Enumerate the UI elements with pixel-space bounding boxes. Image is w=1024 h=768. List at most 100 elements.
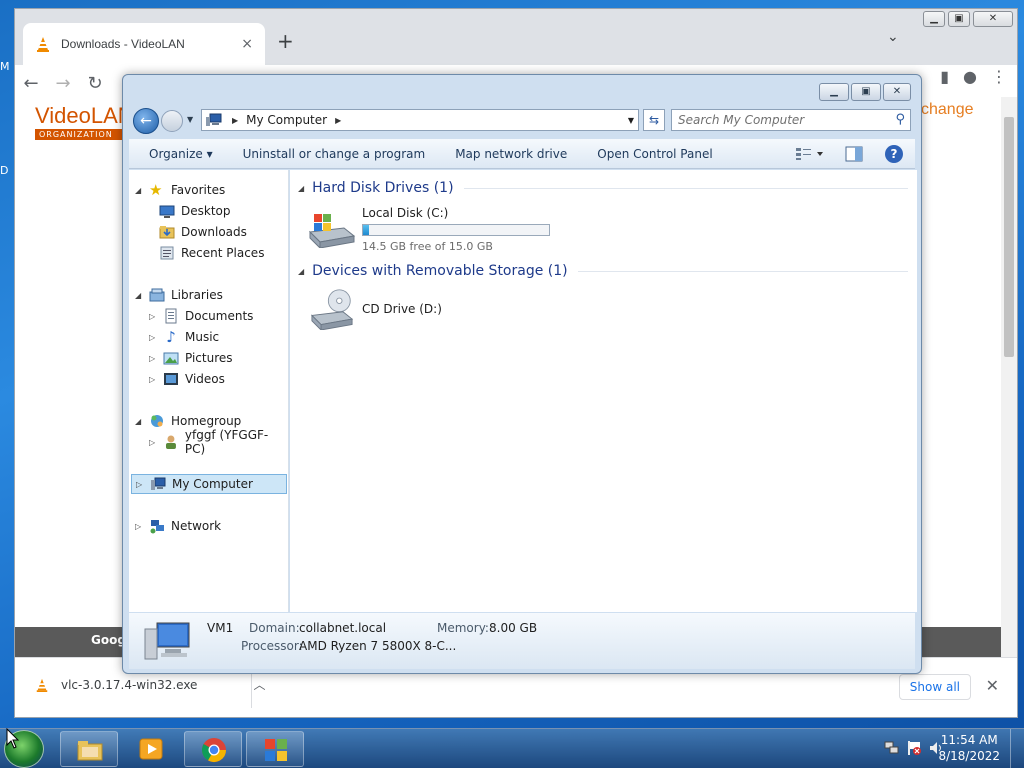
preview-pane-icon[interactable]	[845, 146, 863, 162]
collapse-arrow-icon[interactable]: ◢	[298, 184, 304, 193]
nav-label: Network	[171, 519, 222, 533]
explorer-titlebar[interactable]: ▁ ▣ ✕	[123, 75, 921, 105]
breadcrumb-arrow-icon[interactable]: ▶	[232, 116, 238, 125]
nav-my-computer[interactable]: ▷ My Computer	[131, 474, 287, 494]
nav-desktop[interactable]: Desktop	[159, 201, 231, 221]
search-input[interactable]: Search My Computer ⚲	[671, 109, 911, 131]
back-arrow-icon[interactable]: ←	[133, 108, 159, 134]
collapse-arrow-icon[interactable]: ◢	[135, 291, 145, 300]
nav-recent-places[interactable]: Recent Places	[159, 243, 264, 263]
help-icon[interactable]: ?	[885, 145, 903, 163]
windows-flag-icon	[265, 739, 287, 761]
uninstall-program-button[interactable]: Uninstall or change a program	[243, 147, 426, 161]
drive-cd-d[interactable]: CD Drive (D:)	[308, 288, 442, 330]
expand-arrow-icon[interactable]: ▷	[149, 354, 159, 363]
nav-music[interactable]: ▷ ♪ Music	[149, 327, 219, 347]
side-panel-icon[interactable]: ▮	[940, 67, 949, 86]
open-control-panel-button[interactable]: Open Control Panel	[597, 147, 712, 161]
collapse-arrow-icon[interactable]: ◢	[298, 267, 304, 276]
taskbar-chrome[interactable]	[184, 731, 242, 767]
nav-label: Downloads	[181, 225, 247, 239]
minimize-button[interactable]: ▁	[923, 11, 945, 27]
address-bar[interactable]: ▶ My Computer ▶ ▼	[201, 109, 639, 131]
group-header-hard-disk[interactable]: ◢ Hard Disk Drives (1)	[298, 180, 908, 196]
nav-videos[interactable]: ▷ Videos	[149, 369, 225, 389]
group-header-removable[interactable]: ◢ Devices with Removable Storage (1)	[298, 263, 908, 279]
change-view-icon[interactable]	[795, 147, 823, 161]
documents-icon	[165, 308, 177, 324]
videolan-logo[interactable]: VideoLAN ORGANIZATION	[35, 103, 134, 140]
computer-name: VM1	[207, 621, 234, 635]
tab-search-chevron-icon[interactable]: ⌄	[887, 29, 899, 45]
download-item[interactable]: vlc-3.0.17.4-win32.exe ︿	[35, 676, 265, 693]
address-row: ← ▼ ▶ My Computer ▶ ▼ ⇆ Search My Comput…	[129, 107, 915, 135]
profile-avatar-icon[interactable]: ●	[963, 67, 977, 86]
desktop-icon	[159, 205, 175, 218]
nav-downloads[interactable]: Downloads	[159, 222, 247, 242]
taskbar-explorer[interactable]	[60, 731, 118, 767]
system-clock[interactable]: 11:54 AM 8/18/2022	[938, 732, 1000, 764]
divider	[251, 668, 252, 708]
collapse-arrow-icon[interactable]: ◢	[135, 186, 145, 195]
tab-close-icon[interactable]: ×	[241, 36, 253, 52]
collapse-arrow-icon[interactable]: ◢	[135, 417, 145, 426]
music-note-icon: ♪	[166, 328, 176, 346]
vlc-cone-icon	[37, 37, 49, 52]
nav-label: Music	[185, 330, 220, 344]
page-scrollbar[interactable]	[1001, 97, 1017, 659]
view-controls: ?	[795, 145, 903, 163]
change-link[interactable]: change	[921, 101, 974, 119]
nav-favorites[interactable]: ◢ ★ Favorites	[135, 180, 225, 200]
maximize-button[interactable]: ▣	[851, 83, 881, 101]
nav-network[interactable]: ▷ Network	[135, 516, 221, 536]
new-tab-button[interactable]: +	[277, 29, 294, 53]
chevron-up-icon[interactable]: ︿	[253, 676, 265, 693]
organize-menu-button[interactable]: Organize ▾	[149, 147, 213, 161]
nav-pictures[interactable]: ▷ Pictures	[149, 348, 233, 368]
folder-icon	[77, 741, 103, 761]
pictures-icon	[163, 352, 179, 365]
group-title: Hard Disk Drives (1)	[312, 180, 454, 196]
tab-title: Downloads - VideoLAN	[61, 37, 185, 51]
close-shelf-icon[interactable]: ✕	[986, 676, 999, 695]
maximize-button[interactable]: ▣	[948, 11, 970, 27]
drive-local-disk-c[interactable]: Local Disk (C:) 14.5 GB free of 15.0 GB	[308, 206, 550, 253]
nav-homegroup-user[interactable]: ▷ yfggf (YFGGF-PC)	[149, 428, 288, 456]
minimize-button[interactable]: ▁	[819, 83, 849, 101]
nav-libraries[interactable]: ◢ Libraries	[135, 285, 223, 305]
nav-documents[interactable]: ▷ Documents	[149, 306, 253, 326]
detail-value: collabnet.local	[299, 621, 387, 635]
expand-arrow-icon[interactable]: ▷	[149, 333, 159, 342]
scrollbar-thumb[interactable]	[1004, 117, 1014, 357]
search-icon[interactable]: ⚲	[895, 112, 905, 127]
chrome-icon	[201, 738, 226, 763]
breadcrumb-arrow-icon[interactable]: ▶	[335, 116, 341, 125]
show-desktop-button[interactable]	[1010, 729, 1024, 768]
videos-icon	[164, 373, 178, 385]
close-button[interactable]: ✕	[973, 11, 1013, 27]
expand-arrow-icon[interactable]: ▷	[136, 480, 146, 489]
close-button[interactable]: ✕	[883, 83, 911, 101]
network-status-icon[interactable]	[884, 740, 900, 756]
taskbar-windows-app[interactable]	[246, 731, 304, 767]
forward-arrow-icon[interactable]	[161, 110, 183, 132]
show-all-button[interactable]: Show all	[898, 674, 971, 700]
content-pane: ◢ Hard Disk Drives (1) Local Disk (C:) 1…	[290, 170, 917, 612]
expand-arrow-icon[interactable]: ▷	[149, 438, 159, 447]
breadcrumb-item[interactable]: My Computer	[246, 113, 327, 127]
tab-downloads[interactable]: Downloads - VideoLAN ×	[23, 23, 265, 65]
forward-arrow-icon[interactable]: →	[47, 73, 79, 94]
address-dropdown-icon[interactable]: ▼	[628, 116, 634, 125]
menu-kebab-icon[interactable]: ⋮	[991, 67, 1007, 86]
reload-icon[interactable]: ↻	[79, 73, 111, 94]
taskbar-media-player[interactable]	[122, 731, 180, 767]
action-center-flag-icon[interactable]	[906, 740, 922, 756]
expand-arrow-icon[interactable]: ▷	[135, 522, 145, 531]
detail-value: AMD Ryzen 7 5800X 8-C...	[299, 639, 457, 653]
map-network-drive-button[interactable]: Map network drive	[455, 147, 567, 161]
back-arrow-icon[interactable]: ←	[15, 73, 47, 94]
recent-pages-dropdown-icon[interactable]: ▼	[187, 115, 193, 124]
expand-arrow-icon[interactable]: ▷	[149, 375, 159, 384]
refresh-icon[interactable]: ⇆	[643, 109, 665, 131]
expand-arrow-icon[interactable]: ▷	[149, 312, 159, 321]
